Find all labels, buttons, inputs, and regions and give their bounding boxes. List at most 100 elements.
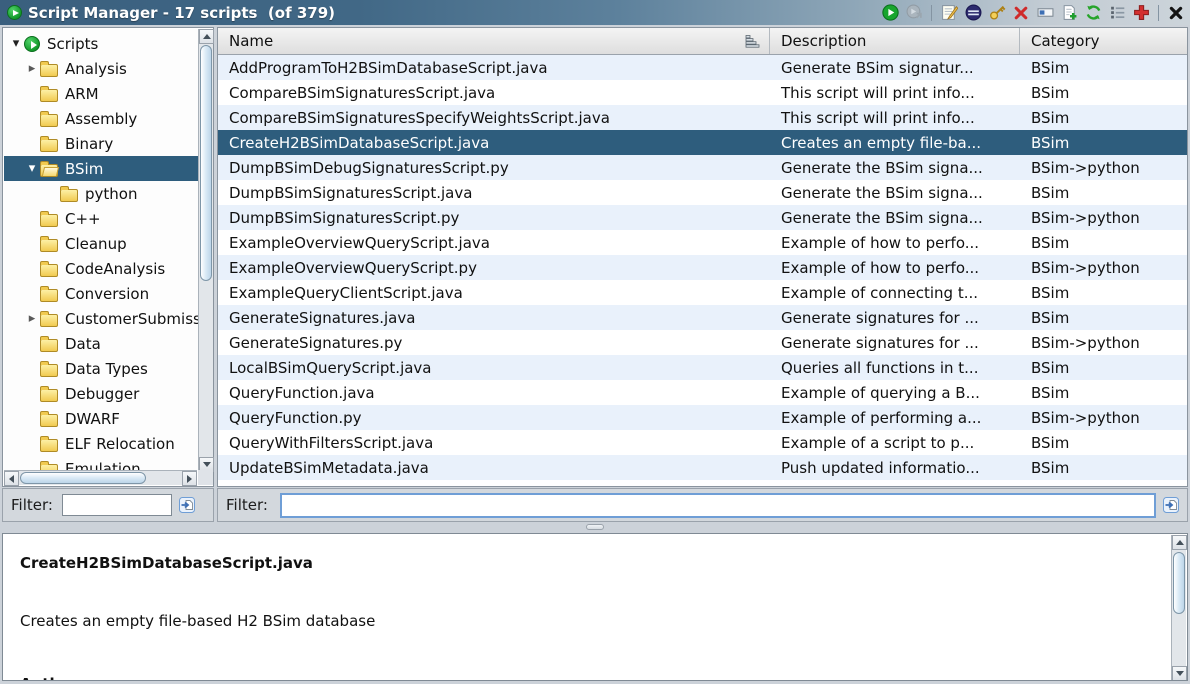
- tree-item-label: Binary: [65, 135, 113, 153]
- script-directories-icon[interactable]: [1060, 4, 1078, 22]
- column-header-description[interactable]: Description: [770, 28, 1020, 54]
- tree-item-label: Scripts: [47, 35, 98, 53]
- cell-name: ExampleOverviewQueryScript.py: [218, 259, 770, 277]
- column-header-name[interactable]: Name: [218, 28, 770, 54]
- scroll-up-arrow[interactable]: [1172, 535, 1187, 550]
- cell-description: Generate the BSim signa...: [770, 184, 1020, 202]
- tree-item-label: Debugger: [65, 385, 139, 403]
- eclipse-icon[interactable]: [964, 4, 982, 22]
- tree-item[interactable]: Debugger: [4, 381, 198, 406]
- tree-hscroll-thumb[interactable]: [20, 472, 146, 484]
- table-row[interactable]: GenerateSignatures.java Generate signatu…: [218, 305, 1187, 330]
- table-row[interactable]: ExampleQueryClientScript.java Example of…: [218, 280, 1187, 305]
- tree-viewport: Scripts Analysis ARM: [4, 29, 198, 471]
- tree-item[interactable]: BSim: [4, 156, 198, 181]
- table-row[interactable]: QueryWithFiltersScript.java Example of a…: [218, 430, 1187, 455]
- delete-icon[interactable]: [1012, 4, 1030, 22]
- toolbar-separator: [931, 5, 932, 21]
- cell-description: Generate signatures for ...: [770, 334, 1020, 352]
- table-row[interactable]: DumpBSimSignaturesScript.py Generate the…: [218, 205, 1187, 230]
- tree-item-label: Conversion: [65, 285, 149, 303]
- help-icon[interactable]: [1132, 4, 1150, 22]
- cell-category: BSim->python: [1020, 259, 1187, 277]
- tree-item[interactable]: Data Types: [4, 356, 198, 381]
- refresh-icon[interactable]: [1084, 4, 1102, 22]
- cell-name: QueryWithFiltersScript.java: [218, 434, 770, 452]
- tree-item-label: BSim: [65, 160, 103, 178]
- column-header-description-label: Description: [781, 32, 866, 50]
- table-filter-input[interactable]: [280, 493, 1156, 518]
- run-icon[interactable]: [881, 4, 899, 22]
- cell-description: Example of performing a...: [770, 409, 1020, 427]
- tree-filter-input[interactable]: [62, 494, 172, 516]
- tree-item[interactable]: ARM: [4, 81, 198, 106]
- folder-icon: [40, 364, 58, 377]
- tree-item[interactable]: C++: [4, 206, 198, 231]
- cell-name: LocalBSimQueryScript.java: [218, 359, 770, 377]
- table-row[interactable]: ExampleOverviewQueryScript.java Example …: [218, 230, 1187, 255]
- details-vertical-scrollbar[interactable]: [1171, 535, 1186, 681]
- folder-icon: [40, 164, 58, 177]
- tree-item-label: ELF Relocation: [65, 435, 175, 453]
- horizontal-splitter[interactable]: [0, 522, 1190, 532]
- splitter-grip[interactable]: [586, 524, 604, 530]
- filter-options-icon[interactable]: [1162, 496, 1180, 514]
- scroll-down-arrow[interactable]: [1172, 666, 1187, 681]
- rename-icon[interactable]: [1036, 4, 1054, 22]
- key-binding-icon[interactable]: [988, 4, 1006, 22]
- scroll-right-arrow[interactable]: [182, 471, 197, 486]
- tree-item[interactable]: ELF Relocation: [4, 431, 198, 456]
- table-row[interactable]: LocalBSimQueryScript.java Queries all fu…: [218, 355, 1187, 380]
- cell-name: CreateH2BSimDatabaseScript.java: [218, 134, 770, 152]
- folder-icon: [40, 214, 58, 227]
- table-row[interactable]: UpdateBSimMetadata.java Push updated inf…: [218, 455, 1187, 480]
- scroll-up-arrow[interactable]: [199, 29, 214, 44]
- tree-item[interactable]: Data: [4, 331, 198, 356]
- tree-item[interactable]: Emulation: [4, 456, 198, 471]
- table-row[interactable]: ExampleOverviewQueryScript.py Example of…: [218, 255, 1187, 280]
- tree-item[interactable]: Scripts: [4, 31, 198, 56]
- tree-item[interactable]: python: [4, 181, 198, 206]
- tree-item[interactable]: Analysis: [4, 56, 198, 81]
- tree-item[interactable]: DWARF: [4, 406, 198, 431]
- tree-filter-label: Filter:: [11, 496, 53, 514]
- toolbar: [881, 4, 1190, 22]
- column-header-category[interactable]: Category: [1020, 28, 1187, 54]
- scroll-left-arrow[interactable]: [4, 471, 19, 486]
- tree-item[interactable]: Cleanup: [4, 231, 198, 256]
- new-script-icon[interactable]: [940, 4, 958, 22]
- tree-item[interactable]: CustomerSubmission: [4, 306, 198, 331]
- title-bar: Script Manager - 17 scripts (of 379): [0, 0, 1190, 25]
- table-row[interactable]: CompareBSimSignaturesSpecifyWeightsScrip…: [218, 105, 1187, 130]
- table-row[interactable]: AddProgramToH2BSimDatabaseScript.java Ge…: [218, 55, 1187, 80]
- table-row[interactable]: GenerateSignatures.py Generate signature…: [218, 330, 1187, 355]
- table-row[interactable]: CompareBSimSignaturesScript.java This sc…: [218, 80, 1187, 105]
- table-row[interactable]: DumpBSimSignaturesScript.java Generate t…: [218, 180, 1187, 205]
- tree-item[interactable]: CodeAnalysis: [4, 256, 198, 281]
- tree-vertical-scrollbar[interactable]: [198, 29, 213, 472]
- tree-vscroll-thumb[interactable]: [200, 45, 212, 281]
- expander-icon[interactable]: [8, 36, 24, 52]
- tree-item[interactable]: Assembly: [4, 106, 198, 131]
- cell-name: UpdateBSimMetadata.java: [218, 459, 770, 477]
- close-icon[interactable]: [1167, 4, 1185, 22]
- expander-icon[interactable]: [24, 61, 40, 77]
- cell-name: DumpBSimDebugSignaturesScript.py: [218, 159, 770, 177]
- cell-category: BSim->python: [1020, 409, 1187, 427]
- table-row[interactable]: DumpBSimDebugSignaturesScript.py Generat…: [218, 155, 1187, 180]
- tree-item[interactable]: Conversion: [4, 281, 198, 306]
- filter-options-icon[interactable]: [178, 496, 196, 514]
- expander-icon[interactable]: [24, 311, 40, 327]
- table-row[interactable]: QueryFunction.py Example of performing a…: [218, 405, 1187, 430]
- details-vscroll-thumb[interactable]: [1173, 552, 1185, 614]
- tree-horizontal-scrollbar[interactable]: [4, 470, 197, 485]
- tree-item-label: ARM: [65, 85, 99, 103]
- tree-item[interactable]: Binary: [4, 131, 198, 156]
- table-row[interactable]: CreateH2BSimDatabaseScript.java Creates …: [218, 130, 1187, 155]
- script-list-icon[interactable]: [1108, 4, 1126, 22]
- expander-icon[interactable]: [24, 161, 40, 177]
- cell-category: BSim->python: [1020, 159, 1187, 177]
- sort-indicator-icon[interactable]: [745, 34, 760, 48]
- table-row[interactable]: QueryFunction.java Example of querying a…: [218, 380, 1187, 405]
- run-last-icon[interactable]: [905, 4, 923, 22]
